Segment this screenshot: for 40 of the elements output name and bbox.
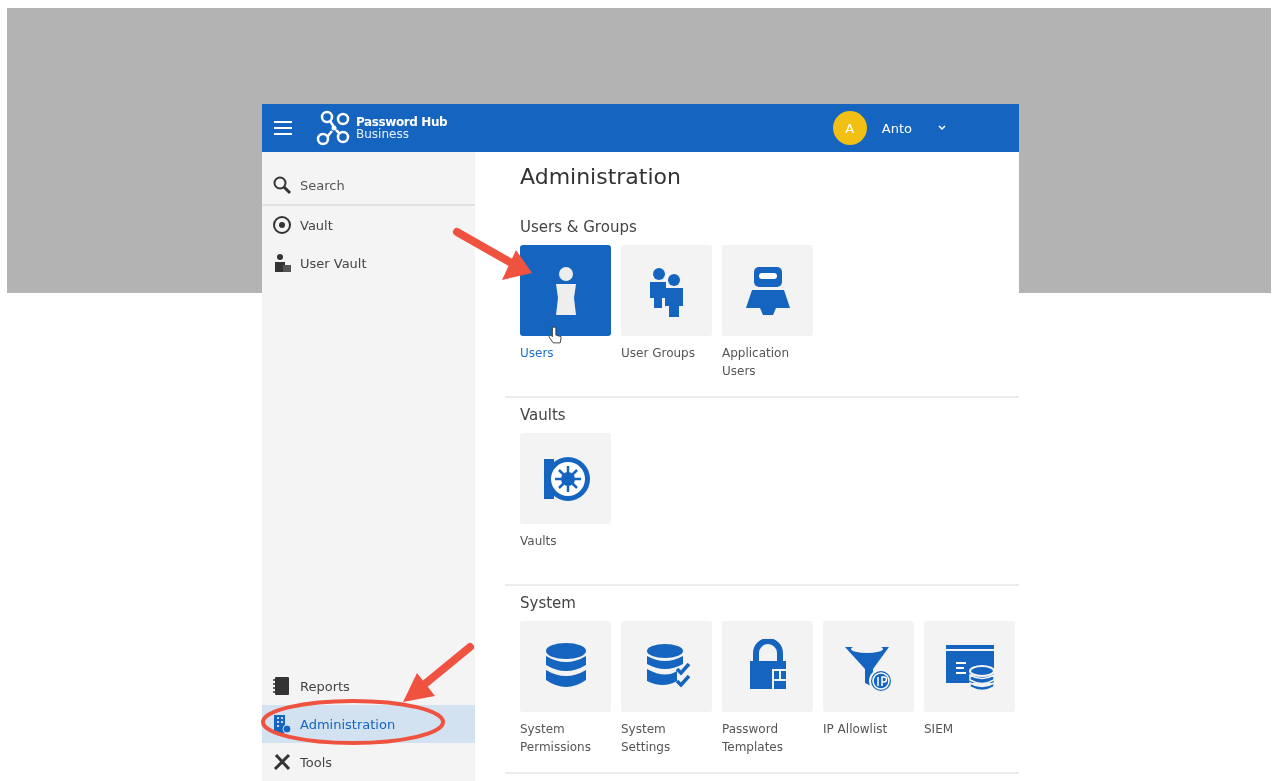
tile-label: Application Users (722, 345, 791, 380)
tile-button[interactable] (621, 245, 712, 336)
tile-label: IP Allowlist (823, 721, 888, 738)
section-title: Vaults (520, 406, 567, 424)
building-gear-icon (272, 714, 292, 734)
tile-label: Users (520, 345, 554, 362)
logo-icon (316, 110, 352, 146)
notebook-icon (272, 676, 292, 696)
user-name[interactable]: Anto (881, 120, 912, 136)
tile-label: User Groups (621, 345, 695, 362)
search-icon (272, 175, 292, 195)
tile-button[interactable] (520, 433, 611, 524)
sidebar-item[interactable]: Reports (262, 667, 475, 705)
brand-name: Password Hub (356, 116, 448, 128)
person-icon (272, 253, 292, 273)
tile-label: SIEM (924, 721, 954, 738)
section-title: System (520, 594, 577, 612)
vault-icon (272, 215, 292, 235)
tile-button[interactable] (722, 621, 813, 712)
sidebar-item[interactable]: Vault (262, 206, 475, 244)
tile-button[interactable] (722, 245, 813, 336)
sidebar-item[interactable]: Tools (262, 743, 475, 781)
tile-button[interactable] (621, 621, 712, 712)
sidebar-item[interactable]: User Vault (262, 244, 475, 282)
tile-button[interactable] (520, 621, 611, 712)
tile-label: System Permissions (520, 721, 592, 756)
tile-button[interactable] (520, 245, 611, 336)
chevron-down-icon (937, 124, 947, 132)
tile-button[interactable] (924, 621, 1015, 712)
annotation-arrow (403, 643, 474, 702)
hand-cursor-icon (548, 326, 562, 344)
section-title: Users & Groups (520, 218, 638, 236)
tile-label: Password Templates (722, 721, 784, 756)
menu-icon[interactable] (274, 121, 292, 135)
brand-subtitle: Business (356, 128, 410, 140)
tile-button[interactable] (823, 621, 914, 712)
search-field[interactable]: Search (300, 177, 450, 193)
tile-label: Vaults (520, 533, 557, 550)
page-title: Administration (520, 164, 682, 189)
tile-label: System Settings (621, 721, 672, 756)
